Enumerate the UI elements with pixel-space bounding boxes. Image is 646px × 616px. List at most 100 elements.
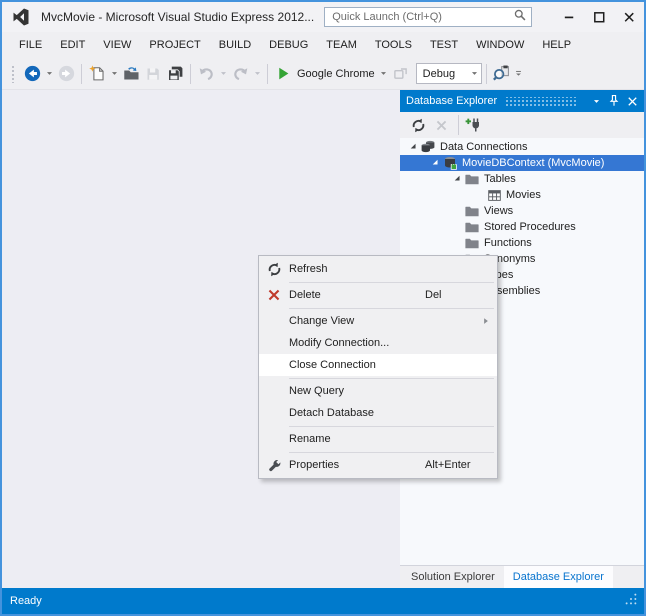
menubar-item-project[interactable]: PROJECT — [140, 34, 209, 56]
menubar-item-edit[interactable]: EDIT — [51, 34, 94, 56]
undo-dropdown-icon — [217, 62, 229, 86]
navigate-back-button[interactable] — [21, 62, 43, 86]
navigate-back-dropdown-icon[interactable] — [43, 62, 55, 86]
tree-item-label: Stored Procedures — [484, 221, 576, 233]
menu-item-refresh[interactable]: Refresh — [259, 258, 497, 280]
start-debug-button[interactable] — [272, 62, 294, 86]
refresh-button[interactable] — [408, 115, 428, 135]
attach-debugger-button — [390, 62, 412, 86]
undo-button — [195, 62, 217, 86]
titlebar: MvcMovie - Microsoft Visual Studio Expre… — [2, 2, 644, 32]
tree-item-moviedbcontext-mvcmovie[interactable]: MovieDBContext (MvcMovie) — [400, 155, 644, 171]
panel-toolbar — [400, 112, 644, 138]
menubar-item-test[interactable]: TEST — [421, 34, 467, 56]
menubar-item-team[interactable]: TEAM — [317, 34, 366, 56]
add-connection-button[interactable] — [463, 115, 483, 135]
menu-item-label: Modify Connection... — [289, 337, 390, 349]
resize-grip-icon[interactable] — [624, 592, 638, 611]
menubar-item-debug[interactable]: DEBUG — [260, 34, 317, 56]
menubar-item-window[interactable]: WINDOW — [467, 34, 533, 56]
menu-separator — [289, 307, 494, 309]
find-in-files-button[interactable] — [491, 62, 513, 86]
menu-item-label: Close Connection — [289, 359, 376, 371]
configuration-value: Debug — [422, 67, 456, 80]
menu-item-change-view[interactable]: Change View — [259, 310, 497, 332]
menubar-item-build[interactable]: BUILD — [210, 34, 260, 56]
menubar-item-file[interactable]: FILE — [10, 34, 51, 56]
configuration-combobox[interactable]: Debug — [415, 62, 482, 86]
configuration-dropdown-icon[interactable] — [469, 62, 481, 86]
save-all-button[interactable] — [164, 62, 186, 86]
menubar-item-help[interactable]: HELP — [533, 34, 580, 56]
menu-item-label: Refresh — [289, 263, 328, 275]
tab-database-explorer[interactable]: Database Explorer — [503, 566, 613, 588]
new-file-dropdown-icon[interactable] — [108, 62, 120, 86]
tab-solution-explorer[interactable]: Solution Explorer — [402, 566, 504, 588]
close-button[interactable] — [614, 2, 644, 32]
tree-item-tables[interactable]: Tables — [400, 171, 644, 187]
submenu-arrow-icon — [479, 316, 491, 326]
run-target-dropdown-icon[interactable] — [378, 62, 390, 86]
save-button — [142, 62, 164, 86]
panel-close-icon[interactable] — [624, 93, 640, 109]
menu-item-label: Delete — [289, 289, 321, 301]
tree-item-functions[interactable]: Functions — [400, 235, 644, 251]
tree-item-movies[interactable]: Movies — [400, 187, 644, 203]
tree-item-label: Functions — [484, 237, 532, 249]
expand-arrow-icon[interactable] — [408, 141, 420, 153]
expand-arrow-icon[interactable] — [430, 157, 442, 169]
database-connection-icon — [442, 155, 458, 171]
connection-context-menu: Refresh Delete Del Change View Modify Connec… — [258, 255, 498, 479]
run-target-label[interactable]: Google Chrome — [297, 68, 375, 80]
menubar-item-view[interactable]: VIEW — [94, 34, 140, 56]
tree-item-data-connections[interactable]: Data Connections — [400, 139, 644, 155]
menu-item-delete[interactable]: Delete Del — [259, 284, 497, 306]
toolbar-overflow-button[interactable] — [513, 62, 525, 86]
menu-item-close-connection[interactable]: Close Connection — [259, 354, 497, 376]
new-file-button[interactable] — [86, 62, 108, 86]
maximize-button[interactable] — [584, 2, 614, 32]
open-file-button[interactable] — [120, 62, 142, 86]
tree-item-label: Tables — [484, 173, 516, 185]
quick-launch-input[interactable]: Quick Launch (Ctrl+Q) — [324, 7, 533, 27]
menu-separator — [289, 281, 494, 283]
menu-item-detach-database[interactable]: Detach Database — [259, 402, 497, 424]
minimize-button[interactable] — [554, 2, 584, 32]
search-icon — [513, 8, 527, 27]
menu-item-new-query[interactable]: New Query — [259, 380, 497, 402]
visual-studio-logo-icon — [10, 6, 32, 28]
menu-separator — [289, 451, 494, 453]
toolbar-drag-handle[interactable] — [11, 64, 16, 83]
menu-item-modify-connection[interactable]: Modify Connection... — [259, 332, 497, 354]
tree-item-label: MovieDBContext (MvcMovie) — [462, 157, 605, 169]
folder-icon — [464, 171, 480, 187]
tree-item-views[interactable]: Views — [400, 203, 644, 219]
panel-drag-grip[interactable] — [505, 96, 578, 106]
navigate-forward-button[interactable] — [55, 62, 77, 86]
folder-icon — [464, 235, 480, 251]
expand-arrow-icon[interactable] — [452, 173, 464, 185]
folder-icon — [464, 219, 480, 235]
tree-item-stored-procedures[interactable]: Stored Procedures — [400, 219, 644, 235]
tree-item-label: Data Connections — [440, 141, 528, 153]
table-icon — [486, 187, 502, 203]
panel-header[interactable]: Database Explorer — [400, 90, 644, 112]
menubar-item-tools[interactable]: TOOLS — [366, 34, 421, 56]
delete-connection-button — [431, 115, 451, 135]
quick-launch-placeholder: Quick Launch (Ctrl+Q) — [332, 11, 442, 23]
x-red-icon — [267, 287, 289, 303]
toolbar-separator — [190, 63, 191, 84]
menu-icon-placeholder — [267, 405, 289, 421]
panel-menu-dropdown-icon[interactable] — [588, 93, 604, 109]
tree-item-label: Movies — [506, 189, 541, 201]
menu-item-shortcut: Alt+Enter — [425, 459, 471, 471]
menu-item-properties[interactable]: Properties Alt+Enter — [259, 454, 497, 476]
refresh-dark-icon — [267, 261, 289, 277]
wrench-icon — [267, 457, 289, 473]
statusbar: Ready — [2, 588, 644, 614]
menu-item-rename[interactable]: Rename — [259, 428, 497, 450]
menu-item-label: New Query — [289, 385, 345, 397]
panel-pin-icon[interactable] — [606, 93, 622, 109]
